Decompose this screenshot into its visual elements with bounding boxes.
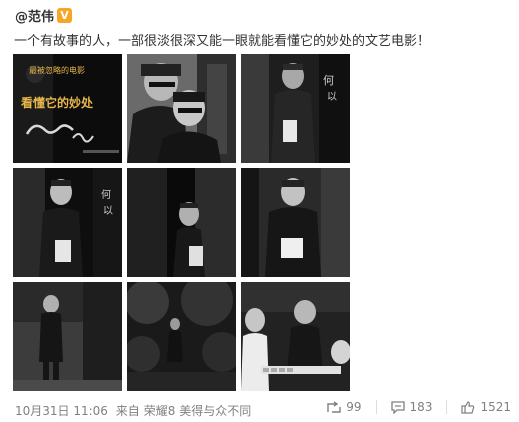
photo-courtyard[interactable] — [127, 282, 236, 391]
photo-grid: 最被忽略的电影 看懂它的妙处 何 以 何 以 — [13, 54, 350, 393]
photo-man-robe[interactable] — [241, 168, 350, 277]
poster-line-1: 最被忽略的电影 — [29, 65, 85, 75]
photo-courtyard-image — [127, 282, 236, 391]
svg-text:何: 何 — [323, 74, 334, 87]
post-footer: 10月31日 11:06 来自 荣耀8 美得与众不同 99 183 1521 — [0, 396, 519, 422]
source-prefix: 来自 — [115, 404, 140, 418]
like-count: 1521 — [480, 400, 511, 414]
like-button[interactable]: 1521 — [461, 400, 511, 414]
thumbs-up-icon — [461, 400, 475, 414]
post-text: 一个有故事的人，一部很淡很深又能一眼就能看懂它的妙处的文艺电影！ — [14, 34, 431, 49]
photo-man-doorway-image: 何 以 — [241, 54, 350, 163]
svg-text:何: 何 — [101, 188, 111, 201]
comment-icon — [390, 400, 405, 414]
svg-text:以: 以 — [327, 92, 337, 103]
repost-button[interactable]: 99 — [327, 400, 362, 414]
photo-mahjong-image — [241, 282, 350, 391]
vip-badge-icon: V — [57, 7, 73, 23]
author-name[interactable]: @范伟 — [15, 6, 54, 25]
photo-two-men-image — [127, 54, 236, 163]
photo-man-peeking[interactable] — [127, 168, 236, 277]
photo-man-doorway[interactable]: 何 以 — [241, 54, 350, 163]
comment-button[interactable]: 183 — [390, 400, 433, 414]
photo-man-behind-door[interactable]: 何 以 — [13, 168, 122, 277]
poster-line-2: 看懂它的妙处 — [21, 95, 94, 110]
action-divider — [446, 400, 448, 414]
poster-photo[interactable]: 最被忽略的电影 看懂它的妙处 — [13, 54, 122, 163]
svg-text:以: 以 — [103, 206, 113, 217]
action-divider — [375, 400, 377, 414]
source-link[interactable]: 荣耀8 美得与众不同 — [144, 404, 251, 418]
photo-two-men[interactable] — [127, 54, 236, 163]
comment-count: 183 — [409, 400, 433, 414]
photo-man-walking[interactable] — [13, 282, 122, 391]
post-timestamp[interactable]: 10月31日 11:06 — [15, 404, 108, 418]
weibo-post-card: @范伟 V 一个有故事的人，一部很淡很深又能一眼就能看懂它的妙处的文艺电影！ 最… — [0, 0, 519, 422]
photo-man-behind-door-image: 何 以 — [13, 168, 122, 277]
poster-image: 最被忽略的电影 看懂它的妙处 — [13, 54, 122, 163]
post-meta: 10月31日 11:06 来自 荣耀8 美得与众不同 — [15, 402, 255, 419]
post-actions: 99 183 1521 — [313, 400, 511, 414]
photo-man-robe-image — [241, 168, 350, 277]
repost-count: 99 — [346, 400, 362, 414]
photo-mahjong[interactable] — [241, 282, 350, 391]
share-icon — [327, 401, 341, 413]
author-line: @范伟 V — [15, 6, 73, 25]
photo-man-peeking-image — [127, 168, 236, 277]
photo-man-walking-image — [13, 282, 122, 391]
